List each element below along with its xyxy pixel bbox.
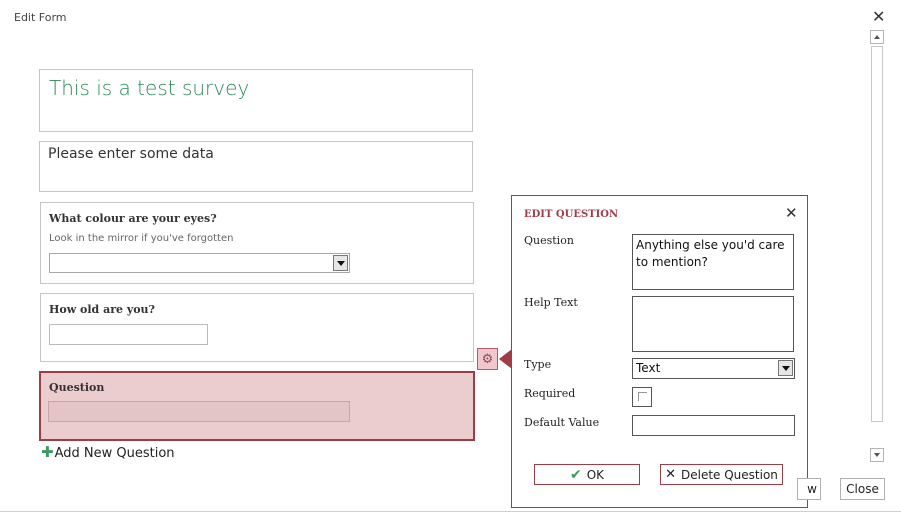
- preview-button-label: w: [807, 482, 817, 496]
- question-answer-input[interactable]: [48, 401, 350, 422]
- type-value: Text: [636, 361, 661, 375]
- survey-title: This is a test survey: [49, 76, 250, 100]
- close-button[interactable]: Close: [840, 478, 885, 500]
- close-icon[interactable]: ✕: [872, 8, 885, 26]
- question-label: How old are you?: [49, 303, 155, 316]
- scroll-down-button[interactable]: [870, 448, 884, 462]
- chevron-down-icon[interactable]: [333, 255, 348, 271]
- question-label: What colour are your eyes?: [49, 212, 217, 225]
- add-question-label: Add New Question: [54, 446, 175, 461]
- question-field-label: Question: [524, 234, 574, 247]
- required-checkbox[interactable]: [632, 387, 652, 407]
- chevron-down-icon[interactable]: [778, 360, 793, 376]
- edit-question-panel: EDIT QUESTION ✕ Question Anything else y…: [511, 195, 808, 508]
- question-help-text: Look in the mirror if you've forgotten: [49, 233, 234, 244]
- window-title: Edit Form: [14, 11, 67, 24]
- delete-question-button[interactable]: ✕ Delete Question: [660, 464, 783, 485]
- question-label: Question: [49, 381, 105, 394]
- question-card-selected[interactable]: Question: [39, 371, 475, 441]
- help-text-area[interactable]: [632, 296, 794, 352]
- bottom-divider: [0, 511, 901, 512]
- survey-title-box[interactable]: This is a test survey: [39, 69, 473, 132]
- survey-description-box[interactable]: Please enter some data: [39, 141, 473, 192]
- ok-label: OK: [586, 467, 605, 482]
- scroll-up-button[interactable]: [870, 30, 884, 44]
- plus-icon: ✚: [41, 443, 54, 461]
- type-select[interactable]: Text: [632, 358, 795, 379]
- help-text-label: Help Text: [524, 296, 578, 309]
- panel-title: EDIT QUESTION: [524, 209, 619, 220]
- default-value-input[interactable]: [632, 415, 795, 436]
- add-question-link[interactable]: ✚Add New Question: [41, 443, 175, 461]
- delete-icon: ✕: [665, 467, 676, 482]
- check-icon: ✔: [569, 466, 582, 483]
- scroll-track[interactable]: [871, 46, 883, 422]
- eye-colour-select[interactable]: [49, 253, 350, 273]
- ok-button[interactable]: ✔ OK: [534, 464, 640, 485]
- default-value-label: Default Value: [524, 416, 600, 429]
- close-icon[interactable]: ✕: [785, 204, 798, 222]
- survey-description: Please enter some data: [48, 146, 214, 162]
- delete-label: Delete Question: [680, 467, 778, 482]
- question-card[interactable]: How old are you?: [40, 293, 474, 362]
- type-label: Type: [524, 358, 552, 371]
- question-card[interactable]: What colour are your eyes? Look in the m…: [40, 202, 474, 284]
- gear-icon[interactable]: ⚙: [477, 348, 498, 370]
- required-label: Required: [524, 387, 576, 400]
- question-text-area[interactable]: Anything else you'd care to mention?: [632, 234, 794, 290]
- preview-button[interactable]: w: [797, 478, 821, 500]
- vertical-scrollbar[interactable]: [870, 30, 884, 462]
- age-input[interactable]: [49, 324, 208, 345]
